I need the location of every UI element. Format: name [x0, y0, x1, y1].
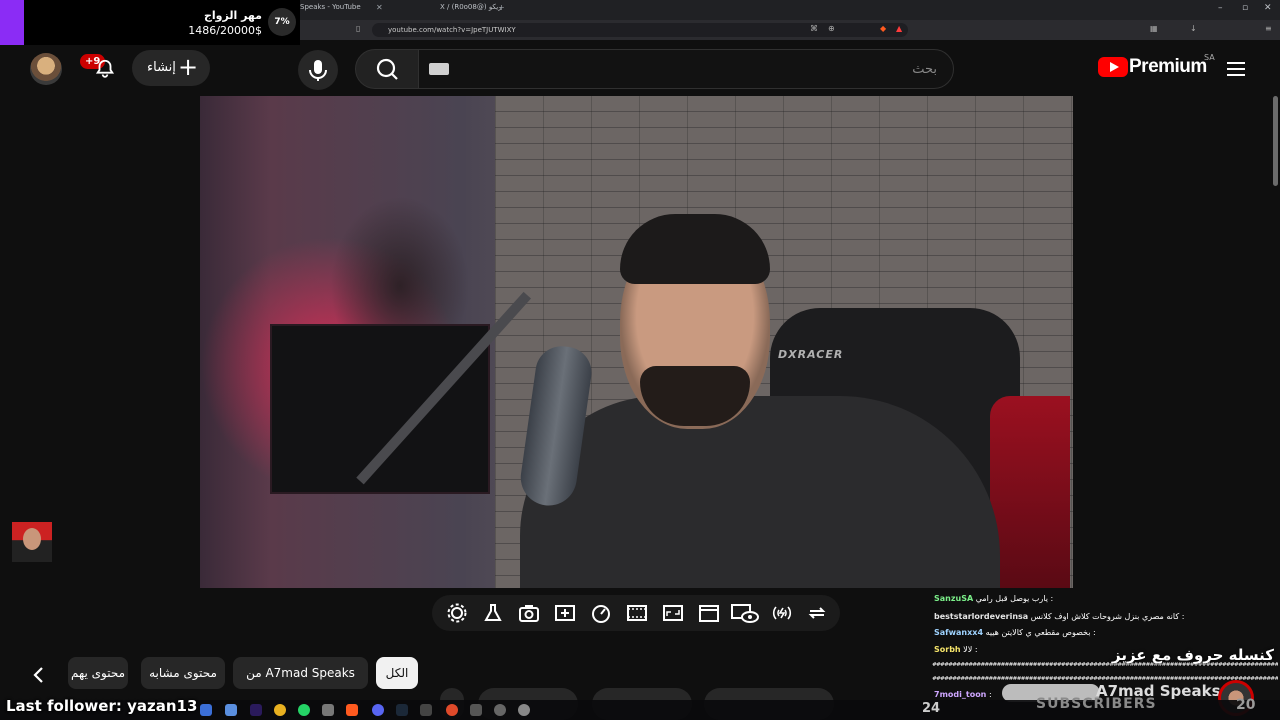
chat-message: 7modi_toon : — [934, 690, 992, 699]
voice-search-button[interactable] — [298, 50, 338, 90]
search-button[interactable] — [355, 49, 419, 89]
bookmark-icon[interactable]: ▯ — [356, 24, 360, 33]
youtube-logo-icon[interactable] — [1098, 56, 1128, 78]
chat-message: Sorbh لالا : — [934, 645, 978, 654]
video-player[interactable]: DXRACER — [200, 96, 1073, 588]
app-icon[interactable] — [200, 704, 212, 716]
bell-icon[interactable] — [94, 58, 116, 80]
app-icon[interactable] — [518, 704, 530, 716]
chip-from-channel[interactable]: من A7mad Speaks — [233, 657, 368, 689]
chat-username: 7modi_toon — [934, 690, 987, 699]
chat-username: Safwanxx4 — [934, 628, 984, 637]
gear-icon[interactable] — [446, 602, 468, 624]
logo-text[interactable]: Premium — [1129, 56, 1207, 78]
donation-goal-widget: مهر الزواج 1486/20000$ 7% — [0, 0, 300, 45]
chat-message: Safwanxx4 بخصوص مقطعي ي كالايتن هييه : — [934, 628, 1096, 637]
discord-icon[interactable] — [372, 704, 384, 716]
plus-icon: + — [178, 53, 199, 81]
steam-icon[interactable] — [396, 704, 408, 716]
speedometer-icon[interactable] — [590, 602, 612, 624]
person-body — [520, 396, 1000, 588]
goal-percent: 7% — [268, 8, 296, 36]
window-close-icon[interactable]: ✕ — [1264, 3, 1272, 13]
goal-title: مهر الزواج — [203, 9, 262, 22]
chat-text: بخصوص مقطعي ي كالايتن هييه : — [985, 628, 1096, 637]
restore-icon[interactable]: ▫ — [1242, 3, 1248, 13]
app-icon[interactable] — [446, 704, 458, 716]
chrome-icon[interactable] — [274, 704, 286, 716]
subscribers-label: SUBSCRIBERS — [1036, 696, 1157, 712]
broadcast-icon[interactable] — [768, 602, 796, 624]
obs-icon[interactable] — [494, 704, 506, 716]
logo-region: SA — [1204, 53, 1215, 62]
chevron-left-icon[interactable] — [26, 662, 52, 688]
chat-username: Sorbh — [934, 645, 961, 654]
create-label: إنشاء — [147, 60, 176, 75]
flask-icon[interactable] — [482, 602, 504, 624]
facecam-face — [23, 528, 41, 550]
chat-username: beststarlordeverinsa — [934, 612, 1029, 621]
goal-amount: 1486/20000$ — [188, 24, 262, 37]
chair-logo: DXRACER — [778, 348, 844, 361]
chat-text: : — [988, 690, 992, 699]
app-icon[interactable] — [470, 704, 482, 716]
create-button[interactable]: إنشاء + — [132, 50, 210, 86]
player-extension-toolbar — [432, 595, 840, 631]
chat-message: beststarlordeverinsa كانه مصري بنزل شروح… — [934, 612, 1184, 621]
loop-icon[interactable] — [806, 602, 828, 624]
youtube-header: +9 إنشاء + بحث Premium SA — [0, 40, 1280, 96]
facecam — [12, 522, 52, 562]
person-hair — [620, 214, 770, 284]
chat-text: يارب يوصل قبل رامي : — [975, 594, 1054, 603]
camera-icon[interactable] — [518, 602, 540, 624]
search-icon — [376, 58, 398, 80]
hamburger-menu-icon[interactable] — [1226, 60, 1246, 78]
brave-shield-icon[interactable]: ◆ — [880, 24, 886, 33]
banner-title: كنسله حروف مع عزيز — [1112, 646, 1274, 664]
close-icon[interactable]: ✕ — [376, 3, 383, 12]
filmstrip-icon[interactable] — [626, 602, 648, 624]
search-box[interactable] — [418, 49, 954, 89]
tab-youtube[interactable]: Speaks - YouTube — [300, 3, 361, 11]
chat-message: SanzuSA يارب يوصل قبل رامي : — [934, 594, 1053, 603]
goal-accent — [0, 0, 24, 45]
sparkle-frame-icon[interactable] — [554, 602, 576, 624]
chat-text: كانه مصري بنزل شروحات كلاش اوف كلانس : — [1030, 612, 1185, 621]
zoom-icon[interactable]: ⊕ — [828, 24, 835, 33]
monitor — [270, 324, 490, 494]
subscribers-count: 20 — [1236, 697, 1256, 713]
tab-x[interactable]: X / (R0o08@) ريكو — [440, 3, 502, 11]
whatsapp-icon[interactable] — [298, 704, 310, 716]
browser-menu-icon[interactable]: ≡ — [1265, 24, 1272, 33]
rewards-icon[interactable]: ▲ — [896, 24, 902, 33]
app-icon[interactable] — [420, 704, 432, 716]
side-count: 24 — [922, 701, 941, 716]
chat-text: لالا : — [963, 645, 978, 654]
chat-username: SanzuSA — [934, 594, 974, 603]
app-icon[interactable] — [322, 704, 334, 716]
last-follower-label: Last follower: yazan13 — [6, 697, 198, 715]
screen: Speaks - YouTube ✕ X / (R0o08@) ريكو + –… — [0, 0, 1280, 720]
clapperboard-icon[interactable] — [698, 602, 720, 624]
translate-icon[interactable]: ⌘ — [810, 24, 818, 33]
brave-icon[interactable] — [346, 704, 358, 716]
new-tab-icon[interactable]: + — [498, 3, 505, 12]
chip-similar[interactable]: محتوى مشابه — [141, 657, 225, 689]
extensions-icon[interactable]: ▦ — [1150, 24, 1158, 33]
avatar[interactable] — [30, 53, 62, 85]
microphone-icon — [309, 60, 327, 81]
download-icon[interactable]: ↓ — [1190, 24, 1197, 33]
chair-red-panel — [990, 396, 1070, 588]
premiere-icon[interactable] — [250, 704, 262, 716]
keyboard-icon[interactable] — [429, 63, 449, 75]
search-input[interactable] — [419, 50, 953, 88]
chip-all[interactable]: الكل — [376, 657, 418, 689]
eye-screen-icon[interactable] — [730, 602, 760, 624]
scrollbar[interactable] — [1273, 96, 1278, 186]
minimize-icon[interactable]: – — [1218, 3, 1223, 13]
aspect-ratio-icon[interactable] — [662, 602, 684, 624]
app-icon[interactable] — [225, 704, 237, 716]
chip-partial[interactable]: محتوى يهم — [68, 657, 128, 689]
